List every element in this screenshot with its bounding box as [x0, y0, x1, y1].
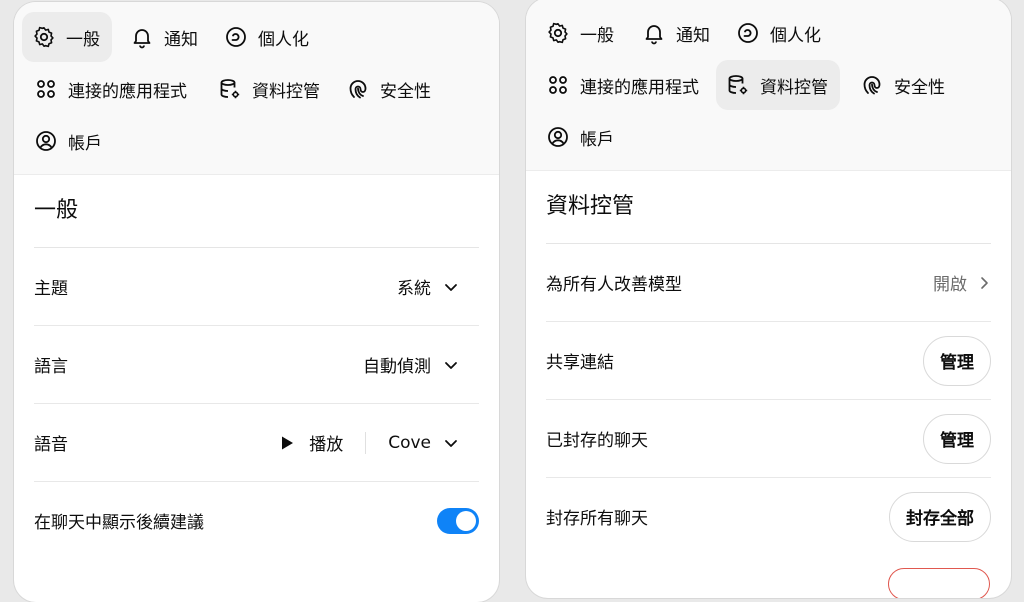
delete-all-button-partial[interactable]	[888, 568, 990, 598]
account-icon	[548, 127, 568, 147]
tab-label: 一般	[580, 25, 614, 46]
voice-label: 語音	[34, 435, 68, 455]
chevron-down-icon	[445, 361, 457, 369]
database-icon	[728, 75, 749, 96]
settings-content: 資料控管 為所有人改善模型 開啟 共享連結 管理 已封存的聊天 管理 封存所有聊…	[526, 171, 1011, 555]
tab-label: 一般	[66, 29, 100, 50]
archive-all-button[interactable]: 封存全部	[889, 491, 991, 542]
language-dropdown[interactable]: 自動偵測	[363, 352, 459, 377]
tab-data-controls[interactable]: 資料控管	[208, 64, 332, 114]
tab-label: 連接的應用程式	[68, 81, 187, 102]
section-title: 一般	[34, 175, 479, 248]
tab-label: 資料控管	[252, 81, 320, 102]
tab-label: 連接的應用程式	[580, 77, 699, 98]
settings-panel-data-controls: 一般 通知 個人化 連接的應用程式 資料控管 安全性 帳戶 資料控管 為所有人改…	[526, 0, 1011, 598]
chevron-right-icon	[981, 276, 988, 289]
tab-label: 安全性	[380, 81, 431, 102]
improve-model-label: 為所有人改善模型	[546, 275, 682, 295]
tab-account[interactable]: 帳戶	[536, 112, 626, 162]
bell-icon	[645, 25, 663, 45]
setting-row-followup: 在聊天中顯示後續建議	[34, 482, 479, 559]
play-icon	[282, 436, 294, 449]
tab-personalization[interactable]: 個人化	[726, 8, 833, 58]
tab-security[interactable]: 安全性	[336, 64, 443, 114]
setting-row-improve-model: 為所有人改善模型 開啟	[546, 244, 991, 322]
voice-play-button[interactable]: 播放	[279, 430, 343, 455]
theme-label: 主題	[34, 279, 68, 299]
tab-personalization[interactable]: 個人化	[214, 12, 321, 62]
tab-general[interactable]: 一般	[22, 12, 112, 62]
improve-model-value: 開啟	[933, 275, 967, 295]
tab-connected-apps[interactable]: 連接的應用程式	[24, 64, 199, 114]
setting-row-shared-links: 共享連結 管理	[546, 322, 991, 400]
language-value: 自動偵測	[363, 357, 431, 377]
tab-label: 帳戶	[68, 133, 102, 154]
settings-panel-general: 一般 通知 個人化 連接的應用程式 資料控管 安全性 帳戶 一般 主題 系統 語…	[14, 2, 499, 602]
tab-label: 通知	[164, 29, 198, 50]
tab-label: 個人化	[770, 25, 821, 46]
fingerprint-icon	[863, 76, 881, 95]
database-icon	[220, 79, 241, 100]
settings-tabs: 一般 通知 個人化 連接的應用程式 資料控管 安全性 帳戶	[14, 2, 499, 175]
tab-notifications[interactable]: 通知	[632, 8, 722, 58]
tab-label: 安全性	[894, 77, 945, 98]
gear-icon	[548, 22, 568, 44]
tab-data-controls[interactable]: 資料控管	[716, 60, 840, 110]
section-title: 資料控管	[546, 171, 991, 244]
bell-icon	[133, 29, 151, 49]
personalize-icon	[738, 23, 758, 43]
tab-account[interactable]: 帳戶	[24, 116, 114, 166]
tab-label: 帳戶	[580, 129, 614, 150]
voice-play-label: 播放	[309, 435, 344, 455]
tab-label: 個人化	[258, 29, 309, 50]
account-icon	[36, 131, 56, 151]
setting-row-archive-all: 封存所有聊天 封存全部	[546, 478, 991, 555]
gear-icon	[34, 26, 54, 48]
improve-model-link[interactable]: 開啟	[933, 270, 991, 295]
followup-label: 在聊天中顯示後續建議	[34, 513, 204, 533]
personalize-icon	[226, 27, 246, 47]
tab-security[interactable]: 安全性	[850, 60, 957, 110]
divider	[365, 431, 367, 454]
language-label: 語言	[34, 357, 68, 377]
apps-icon	[37, 80, 55, 98]
shared-links-label: 共享連結	[546, 353, 614, 373]
archived-chats-label: 已封存的聊天	[546, 431, 648, 451]
voice-dropdown[interactable]: Cove	[388, 433, 459, 453]
apps-icon	[549, 76, 567, 94]
chevron-down-icon	[445, 439, 457, 447]
manage-shared-links-button[interactable]: 管理	[923, 335, 991, 386]
setting-row-language: 語言 自動偵測	[34, 326, 479, 404]
tab-connected-apps[interactable]: 連接的應用程式	[536, 60, 711, 110]
tab-general[interactable]: 一般	[536, 8, 626, 58]
setting-row-theme: 主題 系統	[34, 248, 479, 326]
setting-row-voice: 語音 播放 Cove	[34, 404, 479, 482]
tab-label: 通知	[676, 25, 710, 46]
chevron-down-icon	[445, 283, 457, 291]
setting-row-archived-chats: 已封存的聊天 管理	[546, 400, 991, 478]
theme-value: 系統	[397, 279, 431, 299]
settings-tabs: 一般 通知 個人化 連接的應用程式 資料控管 安全性 帳戶	[526, 0, 1011, 171]
tab-notifications[interactable]: 通知	[120, 12, 210, 62]
manage-archived-chats-button[interactable]: 管理	[923, 413, 991, 464]
followup-toggle[interactable]	[437, 507, 479, 534]
voice-value: Cove	[388, 432, 431, 453]
archive-all-label: 封存所有聊天	[546, 509, 648, 529]
voice-controls: 播放 Cove	[279, 430, 459, 455]
theme-dropdown[interactable]: 系統	[397, 274, 459, 299]
toggle-knob	[456, 510, 476, 531]
settings-content: 一般 主題 系統 語言 自動偵測 語音 播放 Cove 在聊天中顯示後續建議	[14, 175, 499, 559]
tab-label: 資料控管	[760, 77, 828, 98]
fingerprint-icon	[349, 80, 367, 99]
